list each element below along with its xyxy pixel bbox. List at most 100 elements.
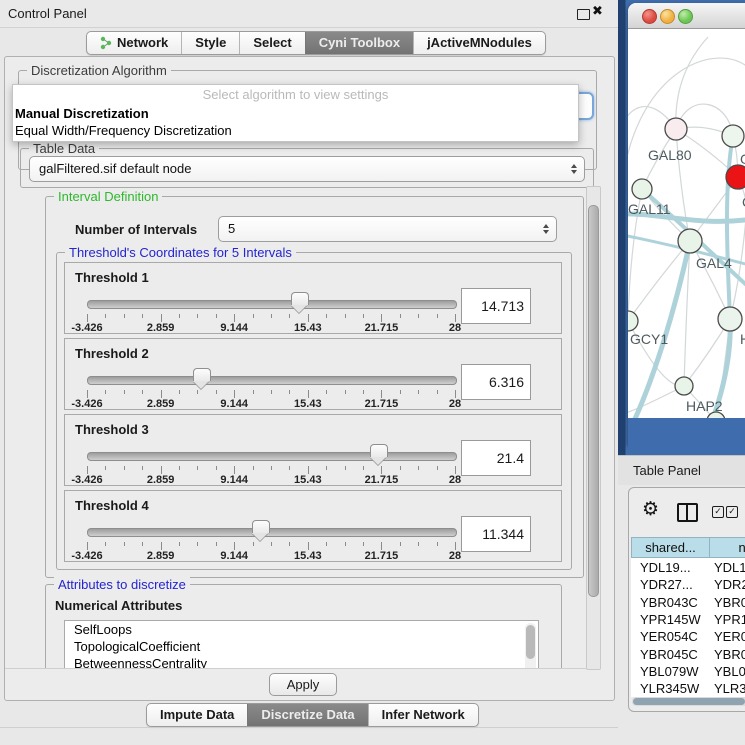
zoom-traffic-light-icon[interactable]: [678, 9, 693, 24]
slider-track[interactable]: [87, 452, 457, 461]
table-data-group: Table Data galFiltered.sif default node: [20, 148, 594, 188]
tab-network[interactable]: Network: [87, 32, 181, 54]
table-row[interactable]: YDL19...YDL1: [631, 559, 745, 576]
network-node-h[interactable]: [718, 307, 742, 331]
network-node-label: GAL11: [628, 201, 671, 217]
table-row[interactable]: YBR045CYBR0: [631, 646, 745, 663]
attribute-item-betweennesscentrality[interactable]: BetweennessCentrality: [65, 655, 538, 668]
panel-vertical-scrollbar[interactable]: [586, 186, 601, 670]
column-header-1[interactable]: shared...: [631, 537, 710, 558]
slider-track[interactable]: [87, 300, 457, 309]
network-node-label: H: [740, 331, 745, 347]
apply-button[interactable]: Apply: [269, 673, 337, 696]
table-row[interactable]: YDR27...YDR2: [631, 576, 745, 593]
network-node-gal80[interactable]: [665, 118, 687, 140]
tab-infer-network[interactable]: Infer Network: [368, 704, 478, 726]
cell-name: YER0: [714, 628, 745, 645]
attributes-list-scrollbar[interactable]: [525, 623, 536, 668]
tab-label: Impute Data: [160, 704, 234, 726]
network-node-hap2[interactable]: [675, 377, 693, 395]
threshold-value-field[interactable]: 21.4: [461, 440, 531, 476]
slider-thumb[interactable]: [291, 292, 309, 305]
threshold-box-2: Threshold 2 -3.4262.8599.14415.4321.71528…: [64, 338, 562, 410]
slider-tick-labels: -3.4262.8599.14415.4321.71528: [87, 398, 455, 410]
cell-shared-name: YDR27...: [640, 576, 693, 593]
cell-name: YPR1: [714, 611, 745, 628]
screen: Control Panel ✖ Network Style SelectCyni T…: [0, 0, 745, 745]
threshold-value-field[interactable]: 11.344: [461, 516, 531, 552]
numerical-attributes-list[interactable]: SelfLoopsTopologicalCoefficientBetweenne…: [64, 620, 539, 668]
cell-shared-name: YBL079W: [640, 663, 699, 680]
tab-label: jActiveMNodules: [427, 32, 532, 54]
network-canvas[interactable]: GAL80GCGAL11GAL4GCY1HHAP2: [628, 29, 745, 421]
column-header-2[interactable]: na: [710, 537, 745, 558]
checkbox-icon[interactable]: ✓: [726, 506, 738, 518]
table-data-combo[interactable]: galFiltered.sif default node: [29, 156, 585, 182]
network-graph: GAL80GCGAL11GAL4GCY1HHAP2: [628, 29, 745, 421]
checkbox-icon[interactable]: ✓: [712, 506, 724, 518]
apply-strip: Apply: [5, 668, 586, 699]
tab-impute-data[interactable]: Impute Data: [147, 704, 247, 726]
table-row[interactable]: YBL079W YBL0: [631, 663, 745, 680]
control-panel-tabs: Network Style SelectCyni Toolbox jActiveMNo…: [86, 31, 546, 55]
minimize-traffic-light-icon[interactable]: [660, 9, 675, 24]
close-traffic-light-icon[interactable]: [642, 9, 657, 24]
cell-shared-name: YPR145W: [640, 611, 701, 628]
tab-label: Style: [195, 32, 226, 54]
slider-track[interactable]: [87, 376, 457, 385]
cell-name: YBR0: [714, 594, 745, 611]
number-of-intervals-combo[interactable]: 5: [218, 216, 557, 242]
slider-track[interactable]: [87, 528, 457, 537]
network-node-g[interactable]: [722, 125, 744, 147]
float-window-icon[interactable]: [577, 9, 590, 20]
network-node-gcy1[interactable]: [628, 311, 638, 331]
threshold-label: Threshold 1: [75, 270, 149, 285]
threshold-label: Threshold 2: [75, 346, 149, 361]
slider-tick-labels: -3.4262.8599.14415.4321.71528: [87, 550, 455, 562]
cell-name: YDL1: [714, 559, 745, 576]
tab-cyni-toolbox[interactable]: Cyni Toolbox: [305, 32, 413, 54]
attribute-item-topologicalcoefficient[interactable]: TopologicalCoefficient: [65, 638, 538, 655]
network-node-gal11[interactable]: [632, 179, 652, 199]
network-view-window[interactable]: GAL80GCGAL11GAL4GCY1HHAP2: [628, 3, 745, 445]
gear-icon[interactable]: ⚙: [642, 498, 659, 520]
thresholds-group-label: Threshold's Coordinates for 5 Intervals: [65, 245, 296, 260]
tab-select[interactable]: Select: [239, 32, 304, 54]
slider-thumb[interactable]: [193, 368, 211, 381]
threshold-label: Threshold 3: [75, 422, 149, 437]
threshold-box-1: Threshold 1 -3.4262.8599.14415.4321.71528…: [64, 262, 562, 334]
table-row[interactable]: YER054CYER0: [631, 628, 745, 645]
algorithm-option-manual-discretization[interactable]: Manual Discretization: [13, 105, 578, 122]
threshold-value-field[interactable]: 14.713: [461, 288, 531, 324]
slider-tick-labels: -3.4262.8599.14415.4321.71528: [87, 322, 455, 334]
table-row[interactable]: YPR145W YPR1: [631, 611, 745, 628]
close-icon[interactable]: ✖: [592, 4, 603, 19]
desktop-gap: [628, 418, 745, 455]
control-panel-title: Control Panel: [8, 6, 87, 21]
table-toolbar: ⚙ ✓ ✓: [629, 488, 745, 534]
slider-thumb[interactable]: [370, 444, 388, 457]
attributes-group-label: Attributes to discretize: [54, 577, 190, 592]
attribute-item-selfloops[interactable]: SelfLoops: [65, 621, 538, 638]
cell-name: YBL0: [714, 663, 745, 680]
table-horizontal-scrollbar[interactable]: [632, 697, 745, 706]
tab-discretize-data[interactable]: Discretize Data: [247, 704, 367, 726]
network-node-c[interactable]: [726, 165, 745, 189]
split-columns-icon[interactable]: [677, 503, 698, 522]
network-node-gal4[interactable]: [678, 229, 702, 253]
table-row[interactable]: YLR345WYLR3: [631, 680, 745, 697]
tab-jactivemnodules[interactable]: jActiveMNodules: [413, 32, 545, 54]
number-of-intervals-label: Number of Intervals: [75, 222, 197, 237]
cell-shared-name: YBR045C: [640, 646, 698, 663]
table-panel-title: Table Panel: [633, 463, 701, 478]
slider-thumb[interactable]: [252, 520, 270, 533]
tab-style[interactable]: Style: [181, 32, 239, 54]
discretization-algorithm-label: Discretization Algorithm: [27, 63, 171, 78]
algorithm-option-equal-width-frequency-discretization[interactable]: Equal Width/Frequency Discretization: [13, 122, 578, 139]
network-window-titlebar[interactable]: [628, 3, 745, 29]
threshold-box-4: Threshold 4-3.4262.8599.14415.4321.71528…: [64, 490, 562, 562]
table-row[interactable]: YBR043CYBR0: [631, 594, 745, 611]
threshold-value-field[interactable]: 6.316: [461, 364, 531, 400]
algorithm-popup: Select algorithm to view settings Manual…: [12, 84, 579, 142]
network-node-label: GAL80: [648, 147, 692, 163]
